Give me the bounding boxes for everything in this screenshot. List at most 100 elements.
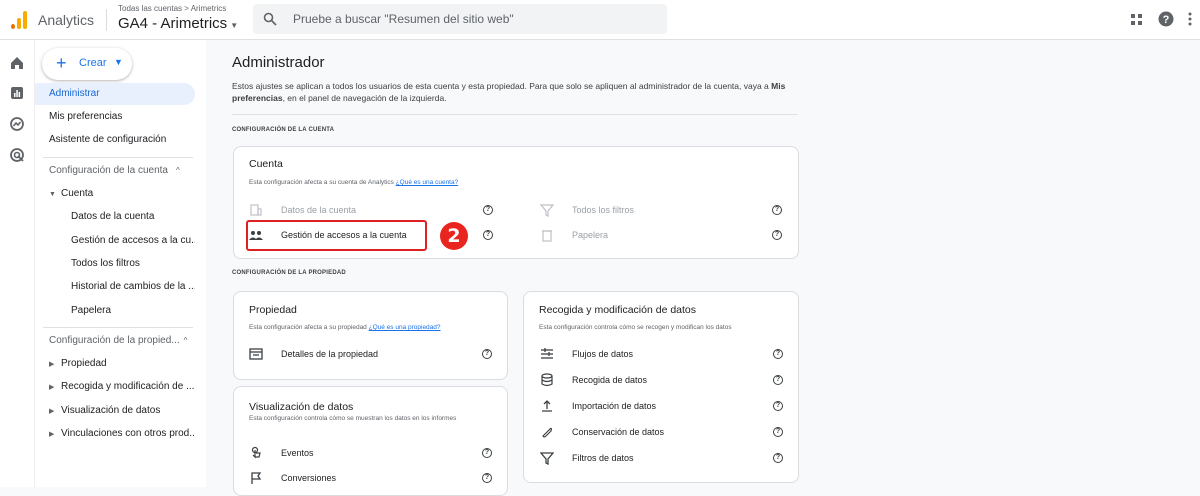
nav-item-propiedad[interactable]: ▶ Propiedad [35,353,195,375]
nav-section-cuenta[interactable]: Configuración de la cuenta ^ [35,160,195,182]
building-icon [250,204,262,216]
help-icon[interactable]: ? [483,205,493,215]
data-collection-card: Recogida y modificación de datos Esta co… [523,291,799,483]
chevron-down-icon: ▼ [230,21,239,30]
what-is-account-link[interactable]: ¿Qué es una cuenta? [396,179,459,186]
nav-item-label: Visualización de datos [61,405,161,416]
nav-item-visualizacion[interactable]: ▶ Visualización de datos [35,400,195,422]
nav-section-label: Configuración de la propied... [49,335,180,346]
app-name: Analytics [38,12,95,28]
more-vert-icon[interactable] [1188,12,1192,31]
section-account-heading: CONFIGURACIÓN DE LA CUENTA [232,127,335,133]
card-title: Visualización de datos [249,401,354,413]
card-subtitle-text: Esta configuración afecta a su propiedad [249,324,369,331]
display-card: Visualización de datos Esta configuració… [233,386,508,496]
analytics-logo-icon[interactable] [11,11,27,29]
nav-item-mis-preferencias[interactable]: Mis preferencias [35,106,195,128]
row-label: Conservación de datos [572,427,665,437]
main-content: Administrador Estos ajustes se aplican a… [206,40,1200,496]
admin-nav: + Crear ▼ Administrar Mis preferencias A… [34,40,206,487]
chevron-up-icon: ^ [175,166,180,175]
help-icon[interactable]: ? [773,453,783,463]
icon-rail [0,40,34,487]
nav-item-asistente[interactable]: Asistente de configuración [35,129,195,151]
apps-grid-icon[interactable] [1131,13,1143,31]
row-label: Conversiones [281,473,337,483]
explore-icon[interactable] [9,116,25,132]
property-card: Propiedad Esta configuración afecta a su… [233,291,508,380]
row-todos-filtros[interactable]: Todos los filtros [540,201,785,219]
plus-icon: + [56,53,67,73]
row-papelera[interactable]: Papelera [540,226,785,244]
nav-item-label: Propiedad [61,358,107,369]
divider [106,9,107,31]
caret-right-icon: ▶ [49,384,55,391]
nav-item-cuenta[interactable]: ▼ Cuenta [35,183,195,205]
row-detalles-propiedad[interactable]: Detalles de la propiedad [249,345,494,363]
row-flujos-datos[interactable]: Flujos de datos [540,345,785,363]
row-conservacion-datos[interactable]: Conservación de datos [540,423,785,441]
nav-divider [43,327,193,328]
help-icon[interactable]: ? [483,230,493,240]
home-icon[interactable] [9,55,25,71]
filter-icon [540,452,554,465]
nav-item-historial[interactable]: Historial de cambios de la ... [35,276,195,298]
row-label: Recogida de datos [572,375,648,385]
help-icon[interactable]: ? [482,448,492,458]
property-selector[interactable]: GA4 - Arimetrics ▼ [118,15,238,32]
card-title: Recogida y modificación de datos [539,304,697,316]
filter-icon [540,204,554,217]
nav-item-administrar[interactable]: Administrar [35,83,195,105]
advertising-icon[interactable] [9,147,25,163]
nav-section-propiedad[interactable]: Configuración de la propied... ^ [35,330,195,352]
row-conversiones[interactable]: Conversiones [249,469,494,487]
help-icon[interactable]: ? [773,375,783,385]
property-details-icon [249,348,263,360]
search-bar[interactable]: Pruebe a buscar "Resumen del sitio web" [253,4,667,34]
row-importacion-datos[interactable]: Importación de datos [540,397,785,415]
description-text: , en el panel de navegación de la izquie… [282,93,447,103]
nav-item-label: Vinculaciones con otros prod... [61,428,195,439]
card-subtitle-text: Esta configuración afecta a su cuenta de… [249,179,396,186]
highlight-box [246,220,427,251]
nav-item-gestion-accesos[interactable]: Gestión de accesos a la cu... [35,230,195,252]
row-filtros-datos[interactable]: Filtros de datos [540,449,785,467]
nav-item-datos-cuenta[interactable]: Datos de la cuenta [35,206,195,228]
chevron-down-icon: ▼ [114,57,123,67]
row-label: Detalles de la propiedad [281,349,379,359]
nav-item-recogida[interactable]: ▶ Recogida y modificación de ... [35,376,195,398]
help-icon[interactable]: ? [773,401,783,411]
help-icon[interactable]: ? [482,473,492,483]
trash-icon [542,230,552,242]
nav-item-papelera[interactable]: Papelera [35,300,195,322]
help-icon[interactable]: ? [773,349,783,359]
row-label: Filtros de datos [572,453,634,463]
help-icon[interactable]: ? [482,349,492,359]
reports-icon[interactable] [9,85,25,101]
help-icon[interactable]: ? [773,427,783,437]
what-is-property-link[interactable]: ¿Qué es una propiedad? [369,324,441,331]
row-eventos[interactable]: Eventos [249,444,494,462]
nav-section-label: Configuración de la cuenta [49,165,168,176]
data-streams-icon [541,348,553,359]
flag-icon [251,472,262,484]
help-icon[interactable]: ? [772,205,782,215]
caret-right-icon: ▶ [49,408,55,415]
nav-item-todos-filtros[interactable]: Todos los filtros [35,253,195,275]
help-icon[interactable]: ? [1158,11,1174,32]
nav-item-vinculaciones[interactable]: ▶ Vinculaciones con otros prod... [35,423,195,445]
caret-down-icon: ▼ [49,191,56,198]
help-icon[interactable]: ? [772,230,782,240]
create-button[interactable]: + Crear ▼ [42,48,132,80]
row-recogida-datos[interactable]: Recogida de datos [540,371,785,389]
breadcrumb[interactable]: Todas las cuentas > Arimetrics [118,4,226,13]
caret-right-icon: ▶ [49,431,55,438]
database-icon [541,373,553,387]
row-datos-cuenta[interactable]: Datos de la cuenta [249,201,494,219]
caret-right-icon: ▶ [49,361,55,368]
upload-icon [542,400,552,412]
page-description: Estos ajustes se aplican a todos los usu… [232,80,812,104]
row-label: Todos los filtros [572,205,635,215]
search-input[interactable]: Pruebe a buscar "Resumen del sitio web" [293,12,514,26]
top-bar: Analytics Todas las cuentas > Arimetrics… [0,0,1200,40]
